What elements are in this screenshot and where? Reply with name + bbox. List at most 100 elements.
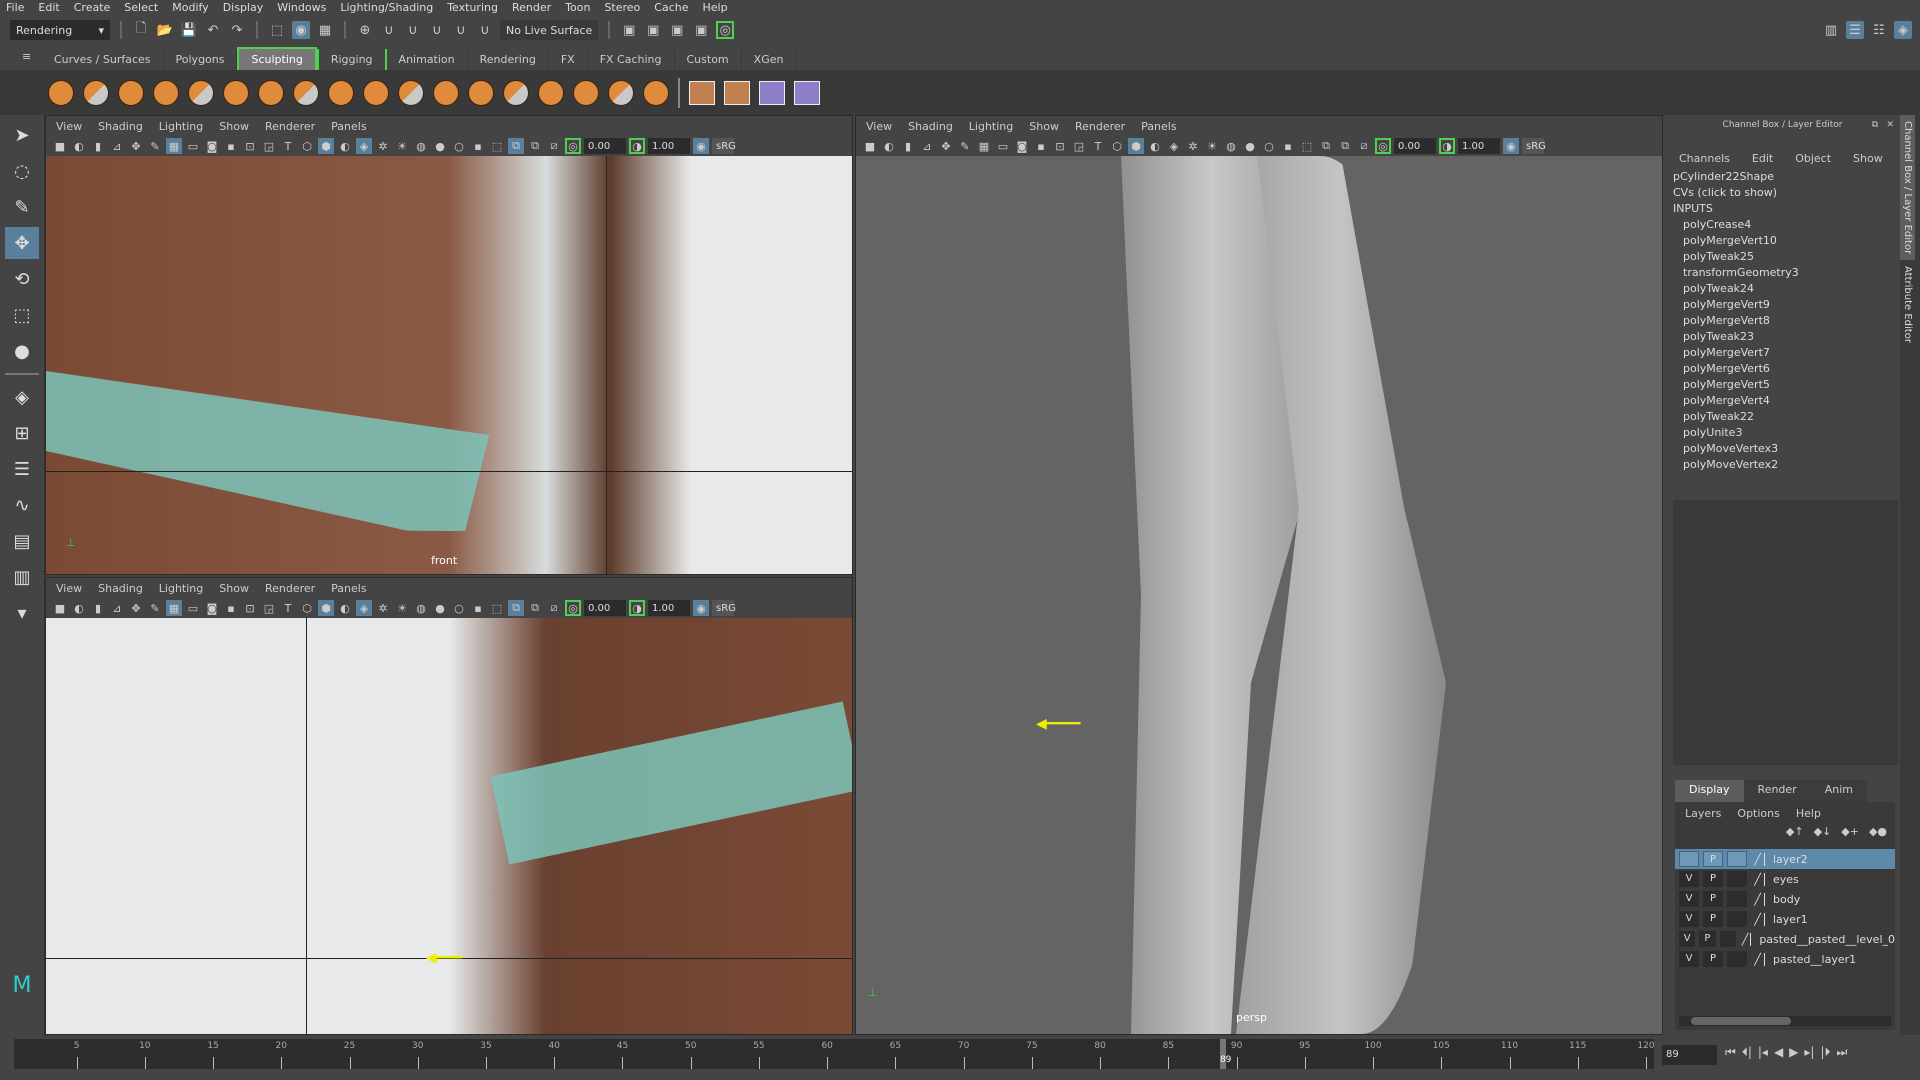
layer-color-swatch[interactable]: ╱ xyxy=(1751,892,1765,906)
panel-menu-show[interactable]: Show xyxy=(219,120,249,133)
shelf-tab-sculpting[interactable]: Sculpting xyxy=(237,47,317,70)
snap-grid-icon[interactable]: ⊕ xyxy=(356,21,374,39)
input-node-item[interactable]: polyUnite3 xyxy=(1665,425,1900,441)
wireframe-on-shaded-icon[interactable]: ◈ xyxy=(1166,138,1182,154)
panel-menu-lighting[interactable]: Lighting xyxy=(159,120,203,133)
image-plane-icon[interactable]: ⊿ xyxy=(109,600,125,616)
visibility-toggle[interactable] xyxy=(1679,851,1699,867)
display-type-toggle[interactable] xyxy=(1727,851,1747,867)
colorspace-field[interactable]: sRG xyxy=(712,138,736,154)
input-node-item[interactable]: transformGeometry3 xyxy=(1665,265,1900,281)
hypershade-icon[interactable]: ◎ xyxy=(716,21,735,39)
menu-display[interactable]: Display xyxy=(223,1,264,14)
colorspace-field[interactable]: sRG xyxy=(712,600,736,616)
panel-menu-lighting[interactable]: Lighting xyxy=(159,582,203,595)
lights-icon[interactable]: ☀ xyxy=(1204,138,1220,154)
exposure-icon[interactable]: ◎ xyxy=(565,138,581,154)
camera-icon[interactable]: ■ xyxy=(52,138,68,154)
wireframe-on-shaded-icon[interactable]: ◈ xyxy=(356,600,372,616)
anti-aliasing-icon[interactable]: ▪ xyxy=(470,600,486,616)
input-node-item[interactable]: polyMergeVert10 xyxy=(1665,233,1900,249)
save-scene-icon[interactable]: 💾 xyxy=(180,21,198,39)
xray-joints-icon[interactable]: ⧉ xyxy=(1337,138,1353,154)
layer-color-swatch[interactable]: ╱ xyxy=(1751,852,1765,866)
input-node-item[interactable]: polyMergeVert8 xyxy=(1665,313,1900,329)
playback-toggle[interactable]: P xyxy=(1703,951,1723,967)
tab-attribute-editor[interactable]: Attribute Editor xyxy=(1900,260,1915,349)
menu-object[interactable]: Object xyxy=(1795,152,1831,165)
panel-menu-panels[interactable]: Panels xyxy=(1141,120,1176,133)
gamma-field[interactable]: 1.00 xyxy=(1458,138,1500,154)
shelf-tab-polygons[interactable]: Polygons xyxy=(164,49,238,70)
gamma-field[interactable]: 1.00 xyxy=(648,600,690,616)
grid-icon[interactable]: ▦ xyxy=(166,138,182,154)
visibility-toggle[interactable]: V xyxy=(1679,931,1696,947)
input-node-item[interactable]: polyMergeVert6 xyxy=(1665,361,1900,377)
scrape-tool-icon[interactable] xyxy=(433,79,459,106)
hypershade-layout-icon[interactable]: ▤ xyxy=(5,525,39,557)
lasso-tool-icon[interactable]: ◌ xyxy=(5,155,39,187)
display-type-toggle[interactable] xyxy=(1719,931,1736,947)
select-component-icon[interactable]: ▦ xyxy=(316,21,334,39)
camera-attributes-icon[interactable]: ◐ xyxy=(881,138,897,154)
camera-icon[interactable]: ■ xyxy=(862,138,878,154)
create-empty-layer-icon[interactable]: ◆+ xyxy=(1841,825,1859,843)
amplify-tool-icon[interactable] xyxy=(608,79,634,106)
menuset-dropdown[interactable]: Rendering ▾ xyxy=(10,20,110,40)
step-back-key-icon[interactable]: ⏴| xyxy=(1742,1045,1752,1060)
shelf-menu-icon[interactable]: ≡ xyxy=(22,50,31,63)
safe-action-icon[interactable]: ◲ xyxy=(1071,138,1087,154)
menu-options[interactable]: Options xyxy=(1737,807,1779,820)
menu-lighting-shading[interactable]: Lighting/Shading xyxy=(340,1,433,14)
gamma-icon[interactable]: ◑ xyxy=(1439,138,1455,154)
foamy-tool-icon[interactable] xyxy=(258,79,284,106)
go-to-end-icon[interactable]: ⏭ xyxy=(1837,1045,1848,1060)
textured-icon[interactable]: ✲ xyxy=(375,600,391,616)
panel-menu-lighting[interactable]: Lighting xyxy=(969,120,1013,133)
2d-pan-zoom-icon[interactable]: ✥ xyxy=(128,138,144,154)
gate-mask-icon[interactable]: ▪ xyxy=(223,600,239,616)
tab-channel-box[interactable]: Channel Box / Layer Editor xyxy=(1900,115,1915,261)
float-panel-icon[interactable]: ⧉ xyxy=(1872,115,1878,135)
render-settings-icon[interactable] xyxy=(794,80,820,105)
close-icon[interactable]: ✕ xyxy=(1886,115,1894,135)
menu-create[interactable]: Create xyxy=(74,1,111,14)
new-scene-icon[interactable]: 🗋 xyxy=(132,21,150,39)
last-tool-icon[interactable]: ● xyxy=(5,335,39,367)
playback-toggle[interactable]: P xyxy=(1703,891,1723,907)
film-gate-icon[interactable]: ▭ xyxy=(185,600,201,616)
move-manipulator-icon[interactable]: ◀━━━ xyxy=(426,950,462,966)
input-node-item[interactable]: polyMergeVert7 xyxy=(1665,345,1900,361)
menu-help[interactable]: Help xyxy=(1796,807,1821,820)
panel-menu-show[interactable]: Show xyxy=(1029,120,1059,133)
menu-channels[interactable]: Channels xyxy=(1679,152,1730,165)
panel-menu-view[interactable]: View xyxy=(56,120,82,133)
safe-title-icon[interactable]: T xyxy=(280,138,296,154)
2d-pan-zoom-icon[interactable]: ✥ xyxy=(128,600,144,616)
spray-tool-icon[interactable] xyxy=(293,79,319,106)
channel-box-toggle-icon[interactable]: ◈ xyxy=(1894,21,1912,39)
menu-select[interactable]: Select xyxy=(124,1,158,14)
xray-icon[interactable]: ⧉ xyxy=(1318,138,1334,154)
menu-layers[interactable]: Layers xyxy=(1685,807,1721,820)
color-management-icon[interactable]: ◉ xyxy=(1503,138,1519,154)
sculpt-tool-icon[interactable] xyxy=(48,79,74,106)
gate-mask-icon[interactable]: ▪ xyxy=(223,138,239,154)
tab-anim[interactable]: Anim xyxy=(1810,780,1867,802)
layer-color-swatch[interactable]: ╱ xyxy=(1751,912,1765,926)
four-view-layout-icon[interactable]: ⊞ xyxy=(5,417,39,449)
ipr-render-icon[interactable]: ▣ xyxy=(668,21,686,39)
safe-action-icon[interactable]: ◲ xyxy=(261,138,277,154)
panel-menu-panels[interactable]: Panels xyxy=(331,120,366,133)
menu-edit[interactable]: Edit xyxy=(38,1,59,14)
smear-tool-icon[interactable] xyxy=(538,79,564,106)
panel-menu-renderer[interactable]: Renderer xyxy=(1075,120,1125,133)
relax-tool-icon[interactable] xyxy=(118,79,144,106)
grid-icon[interactable]: ▦ xyxy=(166,600,182,616)
ambient-occlusion-icon[interactable]: ● xyxy=(432,600,448,616)
shadows-icon[interactable]: ◍ xyxy=(1223,138,1239,154)
xray-joints-icon[interactable]: ⧉ xyxy=(527,138,543,154)
camera-attributes-icon[interactable]: ◐ xyxy=(71,600,87,616)
display-type-toggle[interactable] xyxy=(1727,951,1747,967)
select-hierarchy-icon[interactable]: ⬚ xyxy=(268,21,286,39)
